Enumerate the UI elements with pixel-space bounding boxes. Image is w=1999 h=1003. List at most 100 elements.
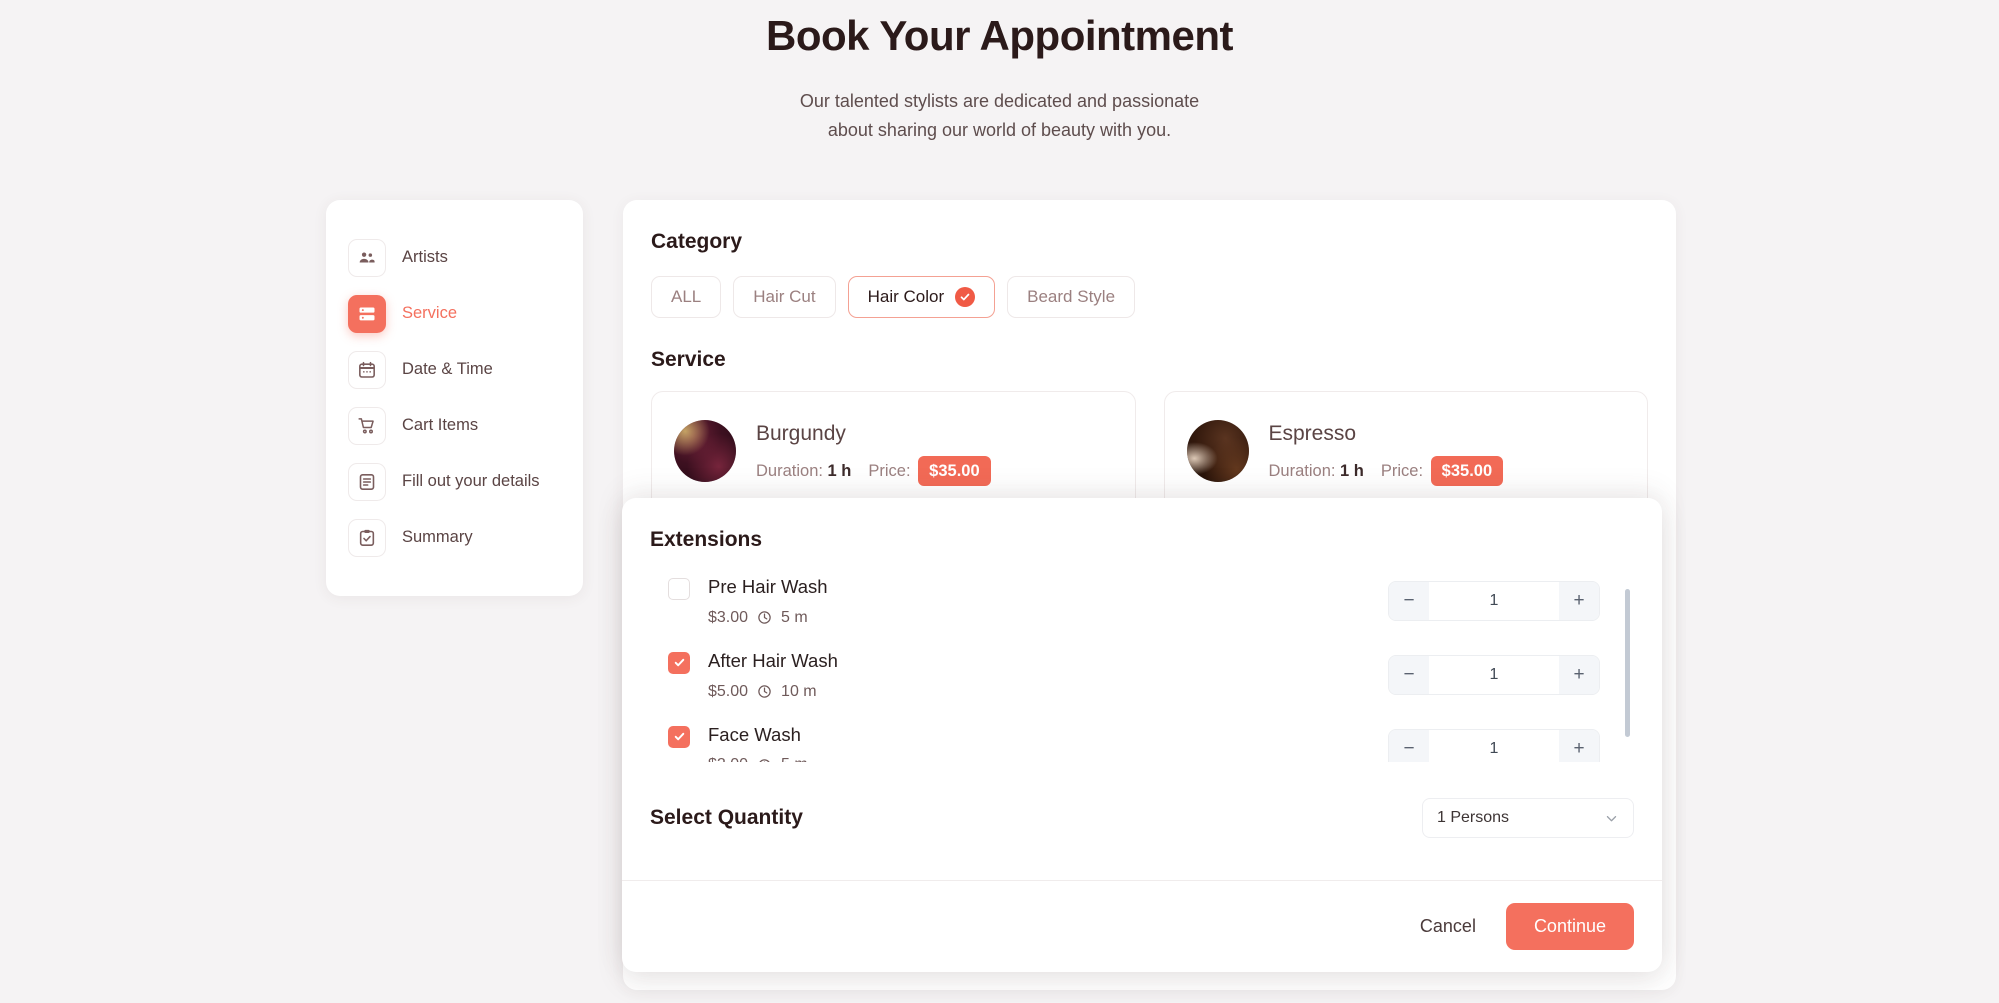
people-icon [348, 239, 386, 277]
page-subtitle-line-2: about sharing our world of beauty with y… [827, 119, 1172, 140]
service-card-grid: Burgundy Duration: 1 h Price: $35.00 Esp… [651, 391, 1648, 511]
stepper-decrement-button[interactable]: − [1389, 582, 1429, 621]
category-chip-hair-color[interactable]: Hair Color [847, 276, 996, 318]
sidebar-item-label: Artists [402, 248, 448, 267]
service-photo [674, 420, 736, 482]
clock-icon [758, 611, 771, 625]
category-chip-hair-cut[interactable]: Hair Cut [733, 276, 836, 318]
stepper-value[interactable]: 1 [1429, 656, 1559, 694]
page-title: Book Your Appointment [765, 12, 1234, 59]
category-heading: Category [651, 230, 743, 253]
service-duration: Duration: 1 h [756, 462, 851, 481]
extension-row: Face Wash $2.00 5 m − 1 [650, 724, 1600, 762]
extension-row: Pre Hair Wash $3.00 5 m − 1 + [650, 576, 1600, 627]
price-badge: $35.00 [918, 456, 991, 487]
page-subtitle-line-1: Our talented stylists are dedicated and … [799, 90, 1200, 111]
service-photo [1186, 420, 1249, 482]
price-label: Price: [1380, 462, 1424, 481]
stepper-decrement-button[interactable]: − [1389, 730, 1429, 762]
stepper-value[interactable]: 1 [1429, 730, 1559, 762]
category-chip-all[interactable]: ALL [651, 276, 722, 318]
check-circle-icon [955, 287, 976, 307]
category-chip-label: Hair Cut [753, 287, 816, 306]
extension-duration: 10 m [781, 682, 817, 700]
stepper-decrement-button[interactable]: − [1389, 656, 1429, 695]
modal-footer: Cancel Continue [622, 880, 1662, 972]
select-quantity-row: Select Quantity 1 Persons [650, 762, 1634, 880]
sidebar-item-date-time[interactable]: Date & Time [348, 342, 561, 398]
extension-duration: 5 m [781, 756, 808, 762]
sidebar-item-label: Service [402, 304, 458, 323]
extension-price: $5.00 [708, 682, 749, 700]
extension-row: After Hair Wash $5.00 10 m − 1 + [650, 650, 1600, 701]
sidebar-item-summary[interactable]: Summary [348, 510, 561, 566]
form-icon [348, 463, 386, 501]
extension-name: Pre Hair Wash [708, 576, 828, 597]
extension-checkbox[interactable] [668, 578, 690, 600]
clock-icon [758, 685, 771, 698]
sidebar-item-label: Cart Items [402, 416, 479, 435]
extension-meta: $3.00 5 m [708, 609, 828, 627]
category-chip-beard-style[interactable]: Beard Style [1007, 276, 1136, 318]
duration-value: 1 h [827, 462, 852, 481]
stepper-value[interactable]: 1 [1429, 582, 1559, 620]
service-heading: Service [651, 348, 726, 371]
extension-name: Face Wash [708, 723, 801, 745]
sidebar-item-cart-items[interactable]: Cart Items [348, 398, 561, 454]
service-meta: Duration: 1 h Price: $35.00 [756, 456, 991, 487]
service-price: Price: $35.00 [1380, 456, 1504, 487]
steps-sidebar: Artists Service Date & Time Cart Items F… [326, 200, 583, 596]
extension-checkbox[interactable] [668, 651, 690, 674]
extension-meta: $2.00 5 m [708, 756, 808, 762]
scrollbar-thumb[interactable] [1625, 589, 1630, 737]
service-card-espresso[interactable]: Espresso Duration: 1 h Price: $35.00 [1163, 391, 1648, 511]
service-name: Espresso [1268, 421, 1357, 445]
stepper-increment-button[interactable]: + [1559, 656, 1599, 695]
extension-price: $3.00 [708, 608, 749, 626]
service-duration: Duration: 1 h [1269, 462, 1364, 481]
chevron-down-icon [1606, 815, 1617, 821]
service-name: Burgundy [756, 421, 846, 445]
clock-icon [759, 759, 770, 762]
select-quantity-dropdown[interactable]: 1 Persons [1422, 798, 1634, 838]
calendar-icon [348, 351, 386, 389]
cancel-button[interactable]: Cancel [1416, 908, 1480, 945]
service-price: Price: $35.00 [868, 456, 991, 487]
stepper-increment-button[interactable]: + [1559, 582, 1599, 621]
duration-label: Duration: [756, 462, 823, 481]
quantity-stepper: − 1 + [1388, 581, 1600, 622]
select-quantity-value: 1 Persons [1437, 809, 1510, 826]
sidebar-item-fill-out-details[interactable]: Fill out your details [348, 454, 561, 510]
clipboard-check-icon [348, 519, 386, 557]
category-chip-label: Beard Style [1027, 287, 1116, 306]
quantity-stepper: − 1 + [1388, 655, 1600, 696]
extension-meta: $5.00 10 m [708, 683, 838, 701]
sidebar-item-label: Date & Time [402, 360, 493, 379]
continue-button[interactable]: Continue [1505, 903, 1634, 950]
price-badge: $35.00 [1430, 456, 1504, 487]
category-filter-row: ALL Hair Cut Hair Color Beard Style [651, 276, 1648, 318]
sidebar-item-artists[interactable]: Artists [348, 230, 561, 286]
cart-icon [348, 407, 386, 445]
category-chip-label: ALL [671, 287, 702, 306]
price-label: Price: [868, 462, 911, 481]
extensions-list: Pre Hair Wash $3.00 5 m − 1 + After Hair… [650, 576, 1634, 762]
extensions-scroll-area[interactable]: Pre Hair Wash $3.00 5 m − 1 + After Hair… [650, 576, 1634, 762]
duration-label: Duration: [1268, 462, 1336, 481]
page-header: Book Your Appointment Our talented styli… [0, 0, 1999, 145]
extensions-scrollbar[interactable] [1625, 576, 1630, 762]
stepper-increment-button[interactable]: + [1559, 730, 1599, 762]
service-meta: Duration: 1 h Price: $35.00 [1269, 456, 1504, 487]
extension-checkbox[interactable] [668, 725, 690, 748]
modal-body: Extensions Pre Hair Wash $3.00 5 m − 1 +… [622, 498, 1662, 880]
sidebar-item-service[interactable]: Service [348, 286, 561, 342]
extensions-modal: Extensions Pre Hair Wash $3.00 5 m − 1 +… [622, 498, 1662, 972]
extension-price: $2.00 [708, 756, 748, 762]
sidebar-item-label: Fill out your details [402, 472, 540, 491]
service-card-burgundy[interactable]: Burgundy Duration: 1 h Price: $35.00 [651, 391, 1136, 511]
extensions-heading: Extensions [650, 528, 763, 551]
select-quantity-label: Select Quantity [650, 806, 803, 829]
quantity-stepper: − 1 + [1388, 729, 1600, 762]
sidebar-item-label: Summary [402, 528, 473, 547]
duration-value: 1 h [1340, 462, 1364, 481]
